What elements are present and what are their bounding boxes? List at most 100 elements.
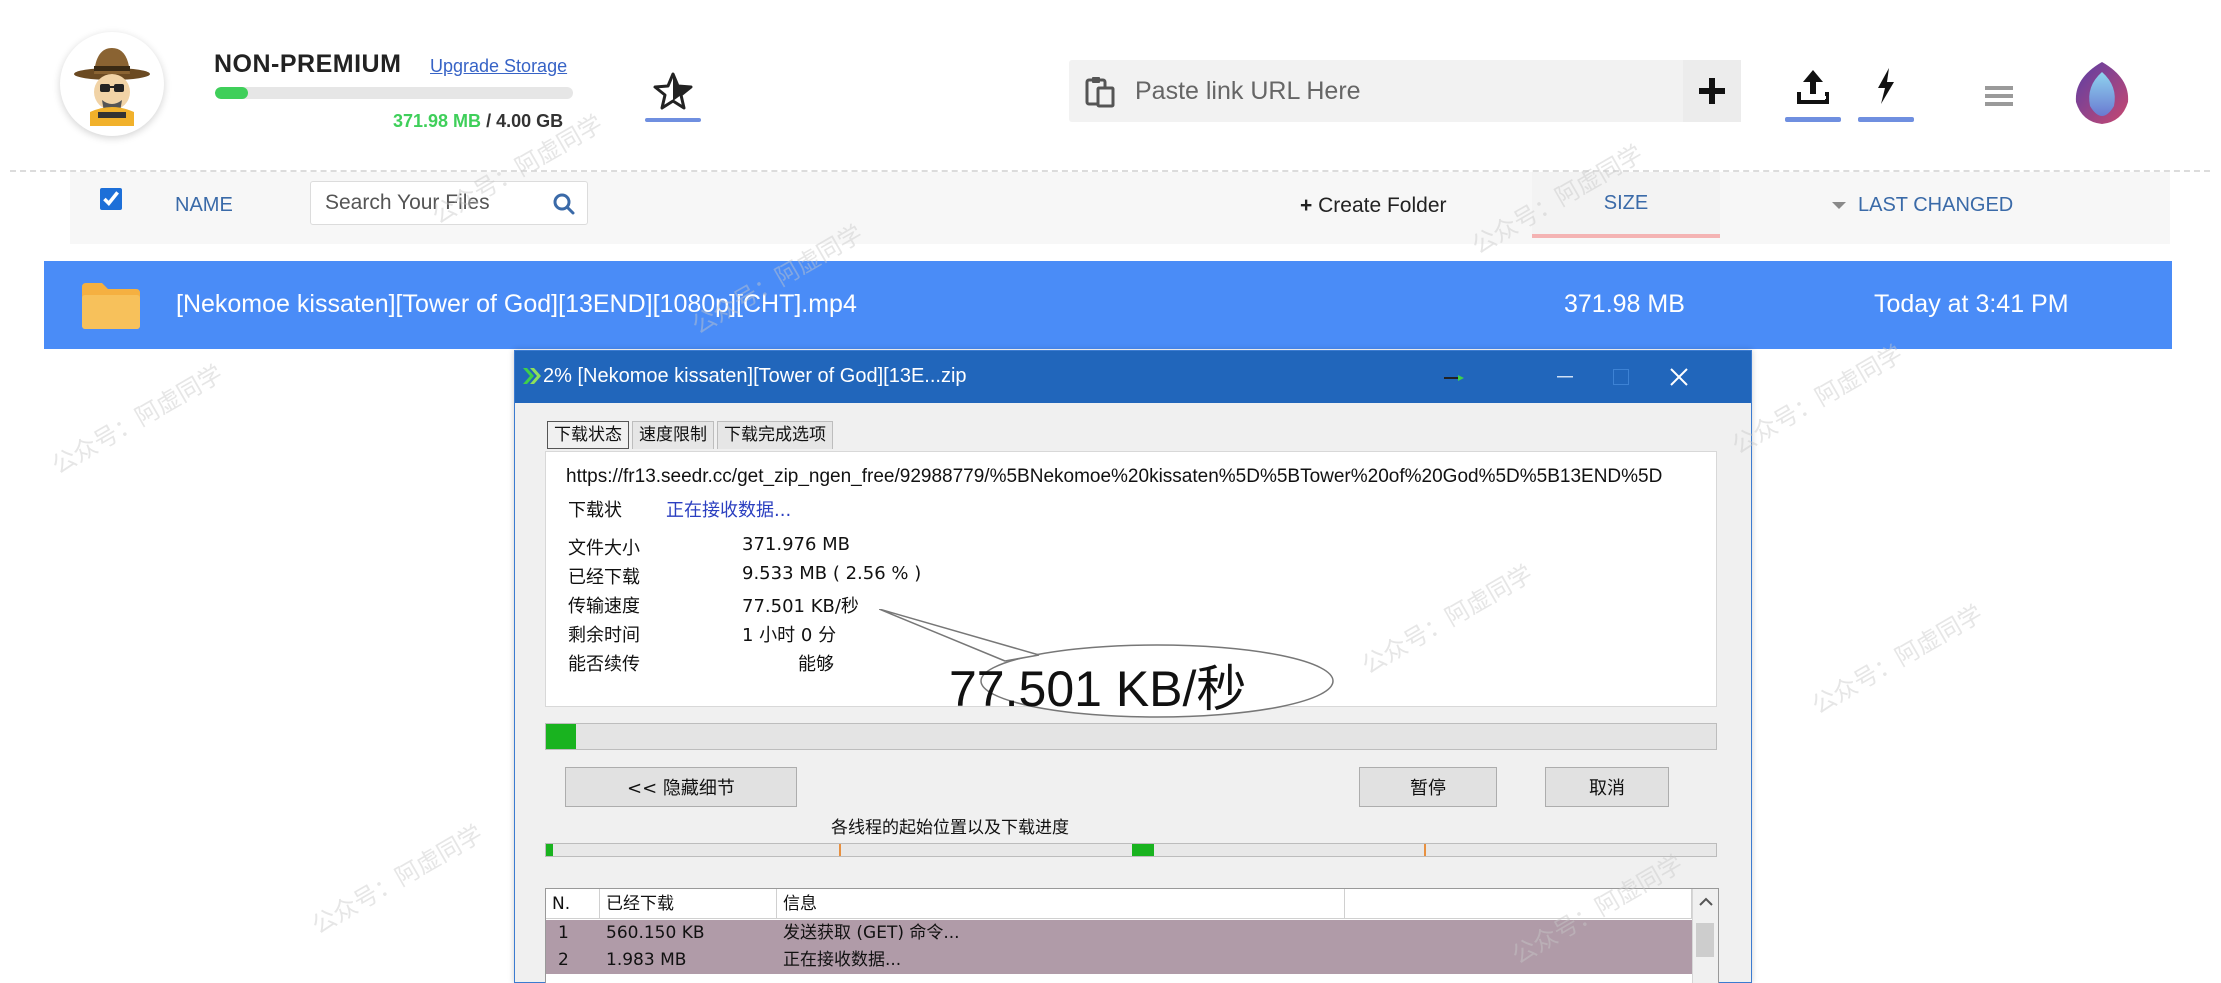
file-search-box	[310, 181, 588, 225]
minimize-icon	[1557, 376, 1573, 378]
cancel-button[interactable]: 取消	[1545, 767, 1669, 807]
row-downloaded: 560.150 KB	[606, 923, 705, 943]
column-header-downloaded: 已经下载	[600, 889, 777, 919]
name-column-header[interactable]: NAME	[175, 194, 233, 217]
star-icon	[653, 72, 693, 110]
account-logo-button[interactable]	[2070, 58, 2134, 131]
resume-support-value: 能够	[798, 654, 834, 675]
remaining-time-label: 剩余时间	[568, 625, 640, 646]
threads-table: N. 已经下载 信息 1 560.150 KB 发送获取 (GET) 命令...…	[545, 888, 1719, 983]
file-size-value: 371.976 MB	[742, 534, 851, 555]
storage-total: / 4.00 GB	[481, 111, 564, 131]
row-number: 1	[558, 923, 569, 943]
top-header: NON-PREMIUM Upgrade Storage 371.98 MB / …	[0, 0, 2221, 170]
download-progress-fill	[546, 724, 576, 749]
hide-details-button[interactable]: << 隐藏细节	[565, 767, 797, 807]
thread-segment	[1132, 844, 1154, 856]
threads-label: 各线程的起始位置以及下载进度	[831, 818, 1069, 838]
download-progress-bar	[545, 723, 1717, 750]
arrow-icon	[1444, 375, 1464, 381]
maximize-button[interactable]	[1593, 351, 1649, 403]
file-last-changed: Today at 3:41 PM	[1874, 290, 2069, 318]
file-size-label: 文件大小	[568, 538, 640, 559]
folder-icon	[82, 283, 140, 329]
thread-marker	[839, 844, 841, 856]
lotus-logo-icon	[2075, 62, 2129, 124]
create-folder-plus: +	[1300, 194, 1313, 217]
dialog-title: 2% [Nekomoe kissaten][Tower of God][13E.…	[543, 365, 967, 387]
column-header-empty	[1345, 889, 1692, 919]
hamburger-menu-icon	[1985, 86, 2013, 106]
scrollbar-thumb[interactable]	[1696, 923, 1714, 957]
watermark: 公众号：阿虚同学	[307, 819, 488, 940]
storage-used: 371.98 MB	[393, 111, 482, 131]
dialog-title-bar[interactable]: 2% [Nekomoe kissaten][Tower of God][13E.…	[515, 351, 1751, 403]
resume-support-label: 能否续传	[568, 654, 640, 675]
status-value: 正在接收数据...	[666, 500, 792, 521]
idm-logo-icon	[523, 368, 541, 384]
clipboard-icon[interactable]	[1083, 76, 1117, 108]
scroll-up-icon	[1699, 897, 1713, 906]
thread-segment	[546, 844, 553, 856]
table-scrollbar[interactable]	[1692, 889, 1718, 983]
row-downloaded: 1.983 MB	[606, 950, 687, 970]
download-url: https://fr13.seedr.cc/get_zip_ngen_free/…	[566, 466, 1663, 487]
watermark: 公众号：阿虚同学	[47, 359, 228, 480]
upload-underline	[1785, 117, 1841, 122]
last-changed-column-header[interactable]: LAST CHANGED	[1832, 194, 2013, 217]
speed-value: 77.501 KB/秒	[742, 596, 859, 617]
storage-progress-bar	[215, 87, 573, 99]
plan-title: NON-PREMIUM	[214, 50, 402, 78]
plus-icon	[1699, 78, 1725, 104]
status-label: 下载状	[568, 500, 622, 521]
close-icon	[1670, 368, 1688, 386]
column-header-info: 信息	[777, 889, 1345, 919]
close-button[interactable]	[1651, 351, 1707, 403]
add-link-button[interactable]	[1683, 60, 1741, 122]
tab-speed-limit[interactable]: 速度限制	[632, 421, 714, 449]
file-size: 371.98 MB	[1564, 290, 1685, 318]
upgrade-storage-link[interactable]: Upgrade Storage	[430, 56, 567, 77]
select-all-checkbox[interactable]	[100, 188, 122, 210]
upload-button[interactable]	[1785, 58, 1841, 122]
table-row[interactable]: 1 560.150 KB 发送获取 (GET) 命令...	[546, 920, 1692, 947]
last-changed-label: LAST CHANGED	[1858, 194, 2014, 216]
upload-icon	[1797, 70, 1829, 104]
threads-progress-bar	[545, 843, 1717, 857]
storage-usage-text: 371.98 MB / 4.00 GB	[393, 111, 563, 132]
paste-link-box	[1069, 60, 1741, 122]
row-number: 2	[558, 950, 569, 970]
table-row[interactable]: 2 1.983 MB 正在接收数据...	[546, 947, 1692, 974]
search-icon[interactable]	[553, 193, 575, 215]
column-header-number: N.	[546, 889, 600, 919]
hamburger-menu-button[interactable]	[1985, 84, 2013, 113]
boost-underline	[1858, 117, 1914, 122]
avatar[interactable]	[60, 32, 164, 136]
paste-link-input[interactable]	[1135, 60, 1655, 122]
thread-marker	[1424, 844, 1426, 856]
sort-caret-icon	[1832, 202, 1846, 210]
remaining-time-value: 1 小时 0 分	[742, 625, 837, 646]
create-folder-button[interactable]: + Create Folder	[1300, 194, 1447, 218]
boost-button[interactable]	[1858, 58, 1914, 122]
speed-label: 传输速度	[568, 596, 640, 617]
speed-callout-text: 77.501 KB/秒	[949, 661, 1247, 717]
row-info: 发送获取 (GET) 命令...	[783, 923, 960, 943]
favorites-underline	[645, 118, 701, 122]
create-folder-label: Create Folder	[1318, 194, 1447, 217]
favorites-button[interactable]	[645, 60, 701, 122]
file-name: [Nekomoe kissaten][Tower of God][13END][…	[176, 290, 857, 318]
dialog-tabs: 下载状态 速度限制 下载完成选项	[547, 421, 836, 449]
maximize-icon	[1613, 369, 1629, 385]
minimize-button[interactable]	[1537, 351, 1593, 403]
storage-progress-fill	[215, 87, 248, 99]
tab-download-status[interactable]: 下载状态	[547, 421, 629, 449]
file-row[interactable]: [Nekomoe kissaten][Tower of God][13END][…	[44, 261, 2172, 351]
pause-button[interactable]: 暂停	[1359, 767, 1497, 807]
wizard-avatar-icon	[74, 48, 150, 126]
downloaded-label: 已经下载	[568, 567, 640, 588]
tab-completion-options[interactable]: 下载完成选项	[717, 421, 833, 449]
file-search-input[interactable]	[325, 182, 545, 224]
size-column-header[interactable]: SIZE	[1532, 172, 1720, 238]
row-info: 正在接收数据...	[783, 950, 902, 970]
